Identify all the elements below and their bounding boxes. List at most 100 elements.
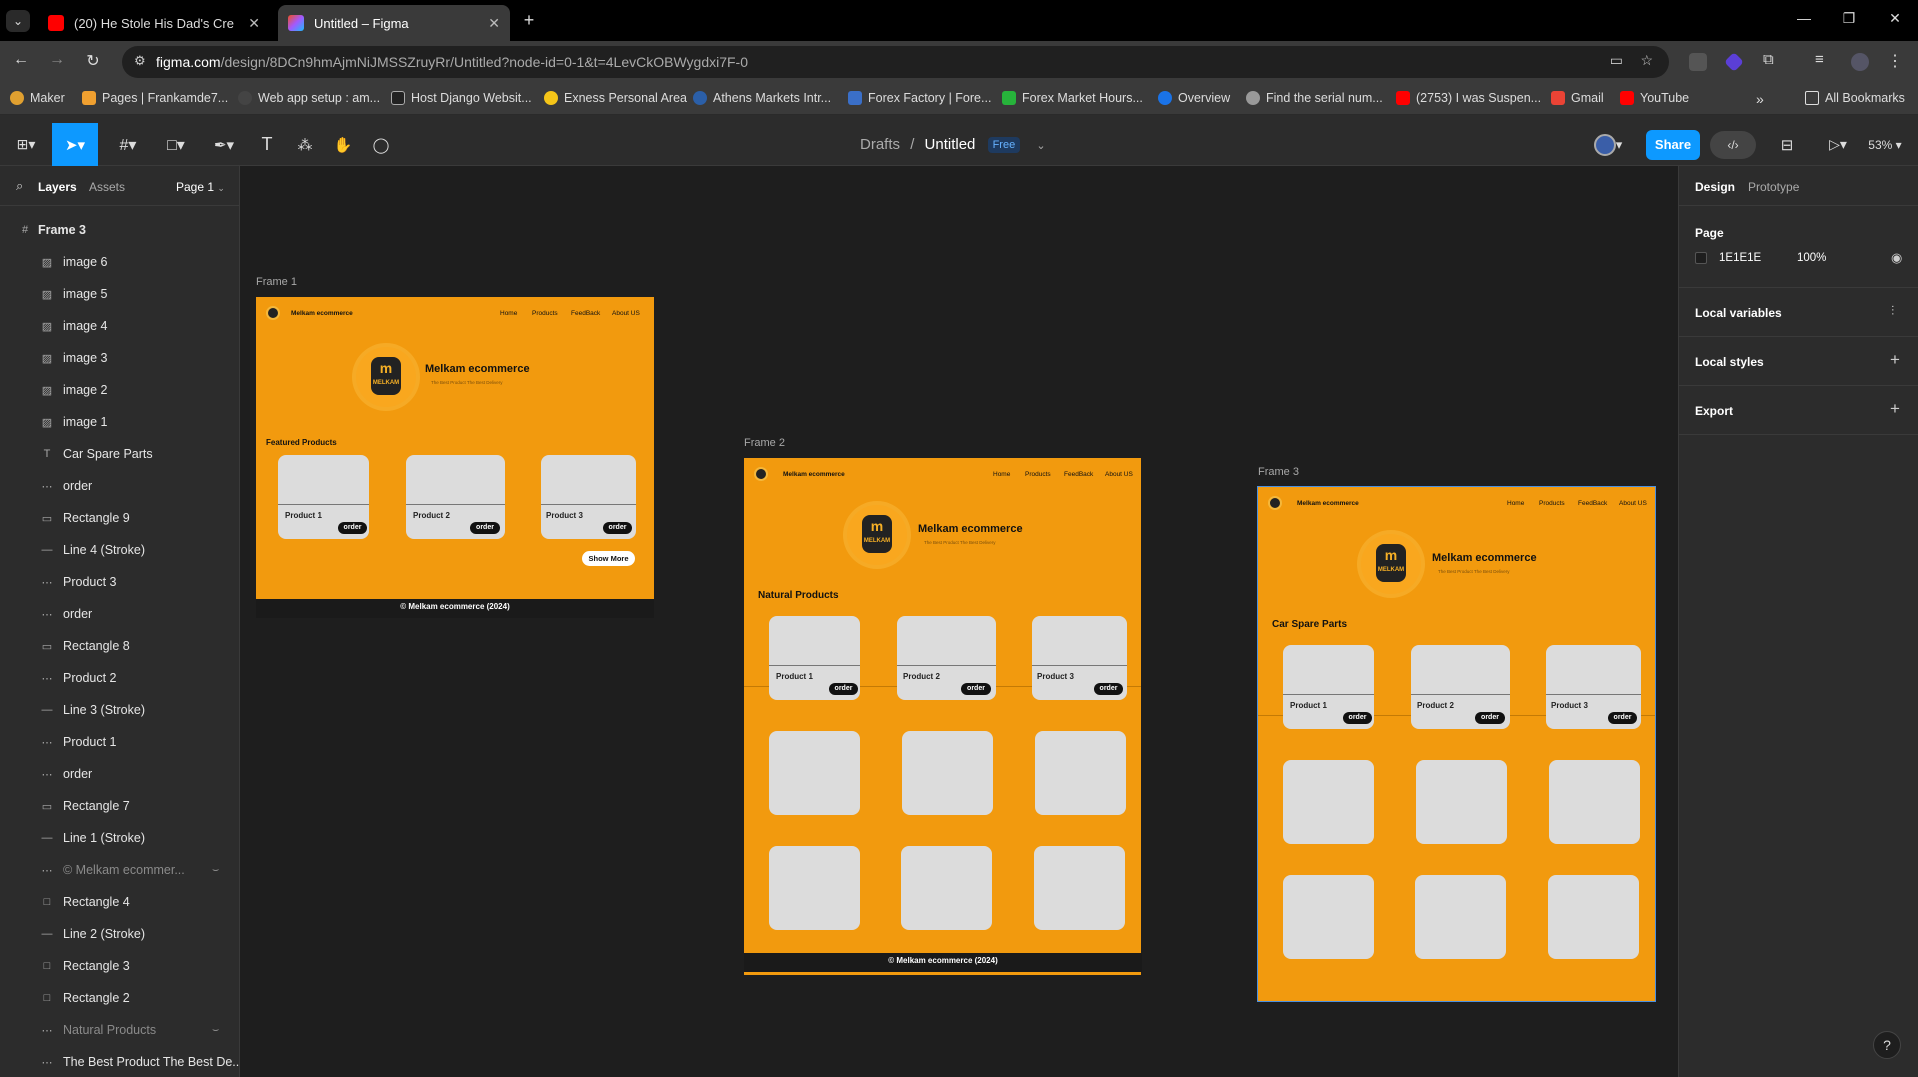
layer-row[interactable]: ⋯ Product 2 [0, 662, 239, 694]
eye-icon[interactable]: ◉ [1891, 250, 1902, 266]
library-icon[interactable]: ⊟ [1772, 123, 1802, 166]
more-bookmarks-icon[interactable]: » [1756, 91, 1764, 107]
resources-icon[interactable]: ⁂ [290, 123, 320, 166]
bookmark-item[interactable]: Host Django Websit... [391, 91, 532, 105]
minimize-icon[interactable]: — [1794, 10, 1814, 26]
chevron-down-icon[interactable]: ⌄ [1036, 140, 1045, 152]
color-swatch[interactable] [1695, 252, 1707, 264]
bookmark-star-icon[interactable]: ☆ [1640, 52, 1653, 69]
tab-figma[interactable]: Untitled – Figma ✕ [278, 5, 510, 41]
bookmark-item[interactable]: Web app setup : am... [238, 91, 380, 105]
bookmark-item[interactable]: Forex Market Hours... [1002, 91, 1143, 105]
all-bookmarks-folder[interactable]: All Bookmarks [1805, 91, 1905, 105]
profile-avatar[interactable] [1851, 53, 1869, 71]
layer-row[interactable]: ▨ image 4 [0, 310, 239, 342]
url-input[interactable]: ⚙ figma.com/design/8DCn9hmAjmNiJMSSZruyR… [122, 46, 1669, 78]
layer-row[interactable]: ▨ image 5 [0, 278, 239, 310]
local-variables-row[interactable]: Local variables ⫶ [1679, 288, 1918, 337]
hidden-eye-icon[interactable]: ⌣ [212, 1024, 219, 1037]
sliders-icon[interactable]: ⫶ [1891, 303, 1894, 319]
tab-search-icon[interactable]: ⌄ [6, 10, 30, 32]
new-tab-icon[interactable]: + [519, 10, 539, 31]
layer-row[interactable]: ▨ image 2 [0, 374, 239, 406]
window-close-icon[interactable]: ✕ [1885, 10, 1905, 27]
layer-row[interactable]: — Line 2 (Stroke) [0, 918, 239, 950]
search-icon[interactable]: ⌕ [16, 178, 23, 194]
plus-icon[interactable]: + [1890, 350, 1900, 370]
restore-icon[interactable]: ❐ [1839, 10, 1859, 27]
bookmark-item[interactable]: (2753) I was Suspen... [1396, 91, 1541, 105]
layer-row[interactable]: ⋯ © Melkam ecommer... ⌣ [0, 854, 239, 886]
layer-row[interactable]: — Line 3 (Stroke) [0, 694, 239, 726]
bookmark-item[interactable]: YouTube [1620, 91, 1689, 105]
layer-row[interactable]: □ Rectangle 2 [0, 982, 239, 1014]
bookmark-item[interactable]: Gmail [1551, 91, 1604, 105]
layer-row[interactable]: ▨ image 6 [0, 246, 239, 278]
comment-tool-icon[interactable]: ◯ [366, 123, 396, 166]
tab-layers[interactable]: Layers [38, 180, 77, 194]
layer-row[interactable]: ▨ image 3 [0, 342, 239, 374]
rectangle-tool-icon[interactable]: □▾ [156, 123, 196, 166]
pen-tool-icon[interactable]: ✒▾ [204, 123, 244, 166]
plus-icon[interactable]: + [1890, 399, 1900, 419]
layer-row[interactable]: ▨ image 1 [0, 406, 239, 438]
layer-row[interactable]: ▭ Rectangle 8 [0, 630, 239, 662]
layer-row[interactable]: ⋯ order [0, 758, 239, 790]
frame-label[interactable]: Frame 3 [1258, 466, 1299, 478]
layer-row[interactable]: ⋯ order [0, 470, 239, 502]
menu-icon[interactable]: ⋮ [1887, 51, 1905, 70]
tab-prototype[interactable]: Prototype [1748, 180, 1799, 194]
bookmark-item[interactable]: Overview [1158, 91, 1230, 105]
export-row[interactable]: Export + [1679, 386, 1918, 435]
extension-icon[interactable] [1689, 53, 1707, 71]
frame-1[interactable]: Melkam ecommerce Home Products FeedBack … [256, 297, 654, 618]
text-tool-icon[interactable]: T [252, 123, 282, 166]
close-icon[interactable]: ✕ [248, 15, 260, 32]
puzzle-icon[interactable]: ⧉ [1763, 51, 1781, 69]
move-tool-icon[interactable]: ➤▾ [52, 123, 98, 166]
forward-icon[interactable]: → [46, 51, 68, 69]
tab-assets[interactable]: Assets [89, 180, 125, 194]
layer-row[interactable]: — Line 4 (Stroke) [0, 534, 239, 566]
page-selector[interactable]: Page 1 ⌄ [176, 180, 225, 194]
local-styles-row[interactable]: Local styles + [1679, 337, 1918, 386]
frame-label[interactable]: Frame 2 [744, 437, 785, 449]
tab-youtube[interactable]: (20) He Stole His Dad's Cre ✕ [38, 5, 270, 41]
user-avatar[interactable]: ▾ [1588, 123, 1628, 166]
back-icon[interactable]: ← [10, 51, 32, 69]
bookmark-item[interactable]: Find the serial num... [1246, 91, 1383, 105]
media-control-icon[interactable]: ≡ [1815, 51, 1833, 69]
help-icon[interactable]: ? [1873, 1031, 1901, 1059]
layer-row[interactable]: # Frame 3 [0, 214, 239, 246]
tab-design[interactable]: Design [1695, 180, 1735, 194]
bookmark-item[interactable]: Athens Markets Intr... [693, 91, 831, 105]
page-color-input[interactable]: 1E1E1E [1719, 252, 1761, 264]
hand-tool-icon[interactable]: ✋ [328, 123, 358, 166]
bookmark-item[interactable]: Pages | Frankamde7... [82, 91, 228, 105]
layer-row[interactable]: ⋯ Product 3 [0, 566, 239, 598]
present-icon[interactable]: ▷▾ [1818, 123, 1858, 166]
site-info-icon[interactable]: ⚙ [134, 53, 146, 69]
frame-label[interactable]: Frame 1 [256, 276, 297, 288]
hidden-eye-icon[interactable]: ⌣ [212, 864, 219, 877]
share-button[interactable]: Share [1646, 130, 1700, 160]
breadcrumb-drafts[interactable]: Drafts [860, 136, 900, 153]
close-icon[interactable]: ✕ [488, 15, 500, 32]
page-opacity-input[interactable]: 100% [1797, 252, 1826, 264]
frame-3[interactable]: Melkam ecommerce Home Products FeedBack … [1257, 486, 1656, 1002]
layer-row[interactable]: — Line 1 (Stroke) [0, 822, 239, 854]
layer-row[interactable]: □ Rectangle 3 [0, 950, 239, 982]
frame-2[interactable]: Melkam ecommerce Home Products FeedBack … [744, 458, 1141, 975]
design-canvas[interactable]: Frame 1 Melkam ecommerce Home Products F… [240, 166, 1678, 1077]
reload-icon[interactable]: ↻ [82, 51, 104, 71]
layer-row[interactable]: ⋯ order [0, 598, 239, 630]
extension-icon[interactable] [1724, 52, 1744, 72]
bookmark-item[interactable]: Exness Personal Area [544, 91, 687, 105]
bookmark-item[interactable]: Forex Factory | Fore... [848, 91, 991, 105]
layer-row[interactable]: T Car Spare Parts [0, 438, 239, 470]
dev-mode-toggle[interactable]: ‹/› [1710, 131, 1756, 159]
layer-row[interactable]: ⋯ Product 1 [0, 726, 239, 758]
layer-row[interactable]: ⋯ Natural Products ⌣ [0, 1014, 239, 1046]
layer-row[interactable]: ▭ Rectangle 7 [0, 790, 239, 822]
layer-row[interactable]: □ Rectangle 4 [0, 886, 239, 918]
